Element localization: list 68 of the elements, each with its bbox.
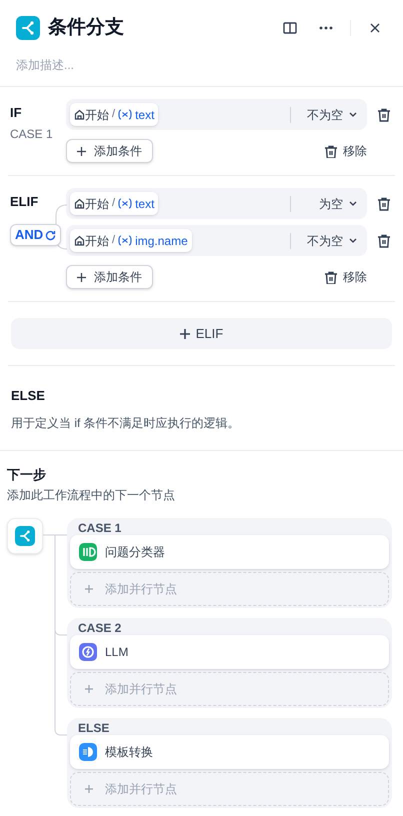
home-icon xyxy=(74,198,85,209)
trash-icon xyxy=(323,270,337,284)
operator-dropdown[interactable]: 为空 xyxy=(291,194,363,212)
plus-icon xyxy=(77,146,86,156)
case-label: IF xyxy=(10,104,23,122)
add-elif-button[interactable]: ELIF xyxy=(11,318,392,349)
operator-dropdown[interactable]: 不为空 xyxy=(291,232,363,250)
node-name: 开始 xyxy=(85,106,109,124)
variable-icon xyxy=(118,235,132,246)
section-title: 下一步 xyxy=(7,466,47,484)
chevron-down-icon xyxy=(349,201,357,206)
branch-label: CASE 2 xyxy=(77,620,122,635)
plus-icon xyxy=(85,585,93,593)
branch-label: CASE 1 xyxy=(77,520,122,535)
trash-icon xyxy=(376,232,392,248)
node-card[interactable]: 问题分类器 xyxy=(70,535,389,569)
path-separator: / xyxy=(112,233,116,248)
case-label: ELIF xyxy=(10,193,40,211)
book-icon xyxy=(283,21,297,35)
variable-tag[interactable]: 开始 / img.name xyxy=(70,229,192,252)
path-separator: / xyxy=(112,196,116,212)
path-separator: / xyxy=(112,107,116,122)
node-name: 开始 xyxy=(85,196,109,212)
remove-button[interactable]: 移除 xyxy=(323,268,367,286)
remove-button[interactable]: 移除 xyxy=(323,142,367,160)
start-node[interactable] xyxy=(7,518,43,554)
button-label: 添加条件 xyxy=(94,269,142,286)
branch-label: ELSE xyxy=(77,720,110,735)
node-name: 开始 xyxy=(85,232,109,250)
variable-name: img.name xyxy=(135,232,188,250)
chevron-down-icon xyxy=(349,112,357,117)
trash-icon xyxy=(323,144,337,158)
else-label: ELSE xyxy=(11,387,46,405)
node-name: LLM xyxy=(105,644,128,661)
description-field[interactable]: 添加描述... xyxy=(16,56,387,74)
variable-tag[interactable]: 开始 / text xyxy=(70,103,158,126)
refresh-icon xyxy=(45,230,56,240)
add-condition-button[interactable]: 添加条件 xyxy=(66,265,153,289)
trash-icon xyxy=(376,106,392,122)
trash-icon xyxy=(376,196,392,212)
else-description: 用于定义当 if 条件不满足时应执行的逻辑。 xyxy=(11,414,241,432)
more-icon xyxy=(319,26,333,30)
variable-icon xyxy=(118,109,132,120)
variable-name: text xyxy=(135,196,154,212)
plus-icon xyxy=(85,685,93,693)
close-icon xyxy=(370,23,380,33)
node-name: 模板转换 xyxy=(105,744,153,761)
plus-icon xyxy=(77,272,86,282)
home-icon xyxy=(74,235,85,246)
node-card[interactable]: 模板转换 xyxy=(70,735,389,769)
node-name: 问题分类器 xyxy=(105,544,165,561)
section-description: 添加此工作流程中的下一个节点 xyxy=(7,487,176,504)
node-title: 条件分支 xyxy=(48,16,124,40)
chevron-down-icon xyxy=(349,238,357,243)
add-condition-button[interactable]: 添加条件 xyxy=(66,139,153,163)
case-name: CASE 1 xyxy=(10,126,54,142)
operator-dropdown[interactable]: 不为空 xyxy=(291,106,363,124)
variable-name: text xyxy=(135,106,154,124)
plus-icon xyxy=(85,785,93,793)
branch-icon xyxy=(15,526,35,546)
plus-icon xyxy=(180,328,190,338)
branch-icon xyxy=(16,16,40,40)
logic-operator-button[interactable]: AND xyxy=(10,224,62,246)
home-icon xyxy=(74,109,85,120)
node-card[interactable]: LLM xyxy=(70,635,389,669)
variable-tag[interactable]: 开始 / text xyxy=(70,192,158,215)
variable-icon xyxy=(118,198,132,209)
button-label: 添加条件 xyxy=(94,143,142,160)
